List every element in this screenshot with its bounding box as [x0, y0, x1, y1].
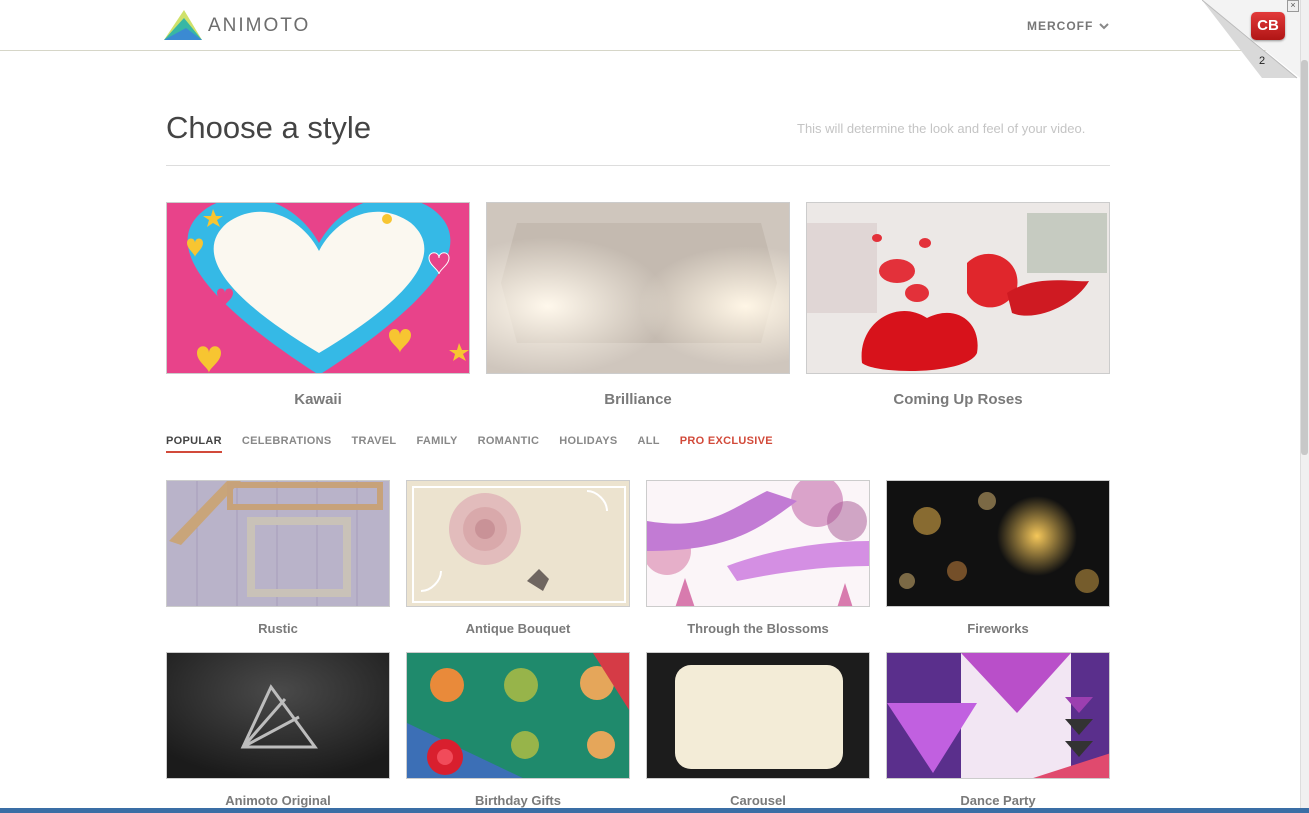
- style-name: Coming Up Roses: [893, 391, 1023, 408]
- tab-travel[interactable]: TRAVEL: [351, 435, 396, 453]
- style-thumbnail[interactable]: [886, 652, 1110, 779]
- brilliance-thumbnail-image: [487, 203, 789, 373]
- blossoms-thumbnail-image: [647, 481, 869, 606]
- style-thumbnail[interactable]: [406, 480, 630, 607]
- style-card-fireworks[interactable]: Fireworks: [886, 480, 1110, 636]
- tab-family[interactable]: FAMILY: [416, 435, 457, 453]
- style-name: Dance Party: [960, 793, 1036, 808]
- page-subtitle: This will determine the look and feel of…: [797, 121, 1086, 136]
- style-name: Birthday Gifts: [475, 793, 561, 808]
- tab-pro-exclusive[interactable]: PRO EXCLUSIVE: [680, 435, 773, 453]
- divider: [166, 165, 1110, 166]
- roses-thumbnail-image: [807, 203, 1109, 373]
- style-card-antique-bouquet[interactable]: Antique Bouquet: [406, 480, 630, 636]
- style-name: Antique Bouquet: [465, 621, 571, 636]
- cb-count: 2: [1259, 55, 1266, 67]
- tab-all[interactable]: ALL: [637, 435, 659, 453]
- scrollbar-thumb[interactable]: [1301, 60, 1308, 455]
- style-name: Kawaii: [294, 391, 342, 408]
- style-name: Carousel: [730, 793, 786, 808]
- style-card-rustic[interactable]: Rustic: [166, 480, 390, 636]
- tab-holidays[interactable]: HOLIDAYS: [559, 435, 617, 453]
- style-thumbnail[interactable]: [166, 202, 470, 374]
- style-card-coming-up-roses[interactable]: Coming Up Roses: [806, 202, 1110, 408]
- birthday-gifts-thumbnail-image: [407, 653, 629, 778]
- style-thumbnail[interactable]: [886, 480, 1110, 607]
- style-name: Rustic: [258, 621, 298, 636]
- style-card-brilliance[interactable]: Brilliance: [486, 202, 790, 408]
- user-menu[interactable]: MERCOFF: [1027, 19, 1110, 33]
- style-card-dance-party[interactable]: Dance Party: [886, 652, 1110, 808]
- style-thumbnail[interactable]: [646, 652, 870, 779]
- style-card-kawaii[interactable]: Kawaii: [166, 202, 470, 408]
- style-thumbnail[interactable]: [406, 652, 630, 779]
- style-name: Brilliance: [604, 391, 672, 408]
- style-thumbnail[interactable]: [806, 202, 1110, 374]
- fireworks-thumbnail-image: [887, 481, 1109, 606]
- style-name: Through the Blossoms: [687, 621, 829, 636]
- style-name: Animoto Original: [225, 793, 331, 808]
- animoto-logo-icon[interactable]: [162, 8, 204, 42]
- style-category-tabs: POPULAR CELEBRATIONS TRAVEL FAMILY ROMAN…: [166, 435, 773, 453]
- kawaii-thumbnail-image: [167, 203, 469, 373]
- rustic-thumbnail-image: [167, 481, 389, 606]
- cb-extension-badge[interactable]: CB: [1251, 12, 1285, 40]
- taskbar-strip: [0, 808, 1309, 813]
- style-thumbnail[interactable]: [646, 480, 870, 607]
- style-card-animoto-original[interactable]: Animoto Original: [166, 652, 390, 808]
- page-title: Choose a style: [166, 110, 372, 145]
- carousel-thumbnail-image: [647, 653, 869, 778]
- style-thumbnail[interactable]: [486, 202, 790, 374]
- dance-party-thumbnail-image: [887, 653, 1109, 778]
- tab-popular[interactable]: POPULAR: [166, 435, 222, 453]
- antique-bouquet-thumbnail-image: [407, 481, 629, 606]
- user-name: MERCOFF: [1027, 19, 1094, 33]
- brand-name[interactable]: ANIMOTO: [208, 15, 310, 37]
- style-thumbnail[interactable]: [166, 652, 390, 779]
- style-card-birthday-gifts[interactable]: Birthday Gifts: [406, 652, 630, 808]
- style-card-carousel[interactable]: Carousel: [646, 652, 870, 808]
- style-name: Fireworks: [967, 621, 1029, 636]
- style-card-through-the-blossoms[interactable]: Through the Blossoms: [646, 480, 870, 636]
- top-header: ANIMOTO MERCOFF: [0, 0, 1300, 51]
- style-thumbnail[interactable]: [166, 480, 390, 607]
- chevron-down-icon: [1099, 23, 1110, 30]
- close-icon[interactable]: ×: [1287, 0, 1299, 12]
- animoto-original-thumbnail-image: [167, 653, 389, 778]
- tab-romantic[interactable]: ROMANTIC: [478, 435, 540, 453]
- tab-celebrations[interactable]: CELEBRATIONS: [242, 435, 332, 453]
